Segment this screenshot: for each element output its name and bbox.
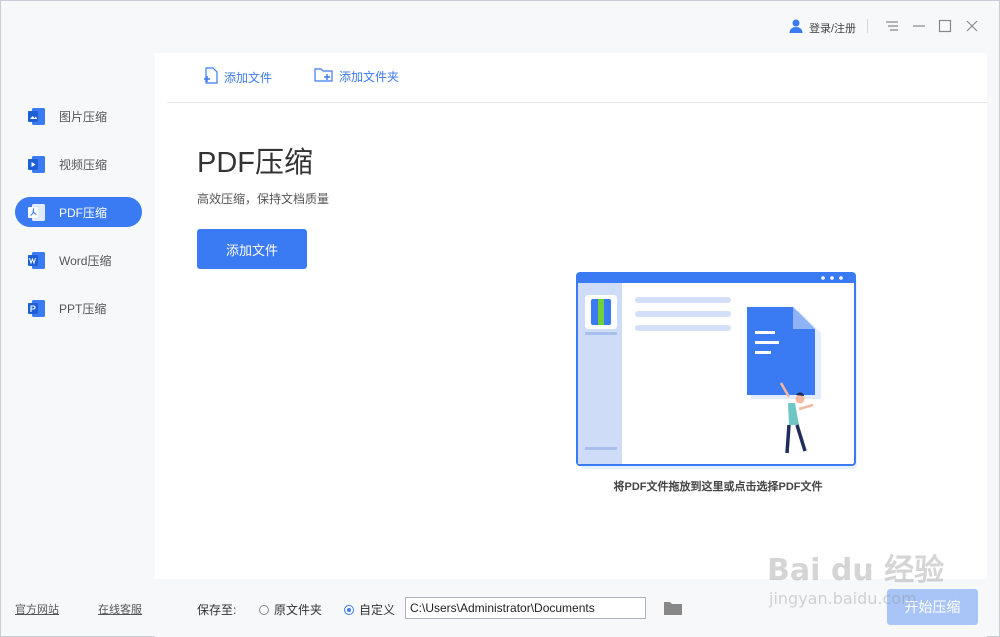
ppt-file-icon xyxy=(27,299,46,318)
user-icon xyxy=(788,18,804,37)
radio-label: 自定义 xyxy=(359,603,396,617)
drop-zone-illustration[interactable] xyxy=(575,271,861,471)
sidebar-item-word-compress[interactable]: Word压缩 xyxy=(15,245,142,275)
login-register-label: 登录/注册 xyxy=(809,22,857,35)
main-panel: 添加文件 添加文件夹 PDF压缩 高效压缩，保持文档质量 添加文件 将PDF文件… xyxy=(155,53,987,579)
official-website-link[interactable]: 官方网站 xyxy=(15,601,59,617)
output-path-field[interactable] xyxy=(405,597,646,619)
save-to-label: 保存至: xyxy=(197,603,237,617)
image-file-icon xyxy=(27,107,46,126)
drop-hint-text: 将PDF文件拖放到这里或点击选择PDF文件 xyxy=(613,481,823,493)
page-subtitle: 高效压缩，保持文档质量 xyxy=(197,192,330,206)
word-file-icon xyxy=(27,251,46,270)
pdf-file-icon xyxy=(27,203,46,222)
maximize-icon[interactable] xyxy=(934,15,956,37)
add-file-icon xyxy=(203,67,219,88)
minimize-icon[interactable] xyxy=(908,15,930,37)
title-bar: 登录/注册 xyxy=(1,1,1000,53)
sidebar-item-label: PDF压缩 xyxy=(59,205,108,220)
add-file-primary-button[interactable]: 添加文件 xyxy=(197,229,307,269)
divider xyxy=(867,19,868,33)
sidebar-item-label: PPT压缩 xyxy=(59,301,107,316)
radio-custom-folder[interactable]: 自定义 xyxy=(344,601,395,618)
login-register-link[interactable]: 登录/注册 xyxy=(788,18,856,37)
video-file-icon xyxy=(27,155,46,174)
online-support-link[interactable]: 在线客服 xyxy=(98,601,142,617)
add-file-button[interactable]: 添加文件 xyxy=(203,67,272,88)
sidebar-item-ppt-compress[interactable]: PPT压缩 xyxy=(15,293,142,323)
sidebar: 图片压缩 视频压缩 PDF压缩 Word压缩 PPT压缩 官方网站 在线客服 xyxy=(1,53,155,637)
sidebar-item-label: 图片压缩 xyxy=(59,109,108,124)
close-icon[interactable] xyxy=(961,15,983,37)
radio-label: 原文件夹 xyxy=(274,603,323,617)
folder-icon[interactable] xyxy=(663,599,683,617)
page-title: PDF压缩 xyxy=(197,147,314,179)
save-options-bar: 保存至: 原文件夹 自定义 开始压缩 xyxy=(155,579,987,637)
sidebar-footer-links: 官方网站 在线客服 xyxy=(15,601,142,617)
menu-icon[interactable] xyxy=(881,15,903,37)
add-folder-label: 添加文件夹 xyxy=(339,70,400,84)
add-folder-icon xyxy=(314,67,334,86)
sidebar-item-label: Word压缩 xyxy=(59,253,112,268)
start-compress-button[interactable]: 开始压缩 xyxy=(887,589,978,625)
radio-button-unchecked xyxy=(259,604,269,615)
radio-original-folder[interactable]: 原文件夹 xyxy=(259,601,322,618)
add-folder-button[interactable]: 添加文件夹 xyxy=(314,67,399,86)
sidebar-item-label: 视频压缩 xyxy=(59,157,108,172)
app-window: 登录/注册 图片压缩 视频压缩 PDF压缩 Word压缩 PPT压缩 官方网站 … xyxy=(0,0,1000,637)
sidebar-item-video-compress[interactable]: 视频压缩 xyxy=(15,149,142,179)
radio-button-checked xyxy=(344,604,354,615)
add-file-label: 添加文件 xyxy=(224,71,273,85)
toolbar: 添加文件 添加文件夹 xyxy=(167,53,987,103)
sidebar-item-pdf-compress[interactable]: PDF压缩 xyxy=(15,197,142,227)
sidebar-item-image-compress[interactable]: 图片压缩 xyxy=(15,101,142,131)
